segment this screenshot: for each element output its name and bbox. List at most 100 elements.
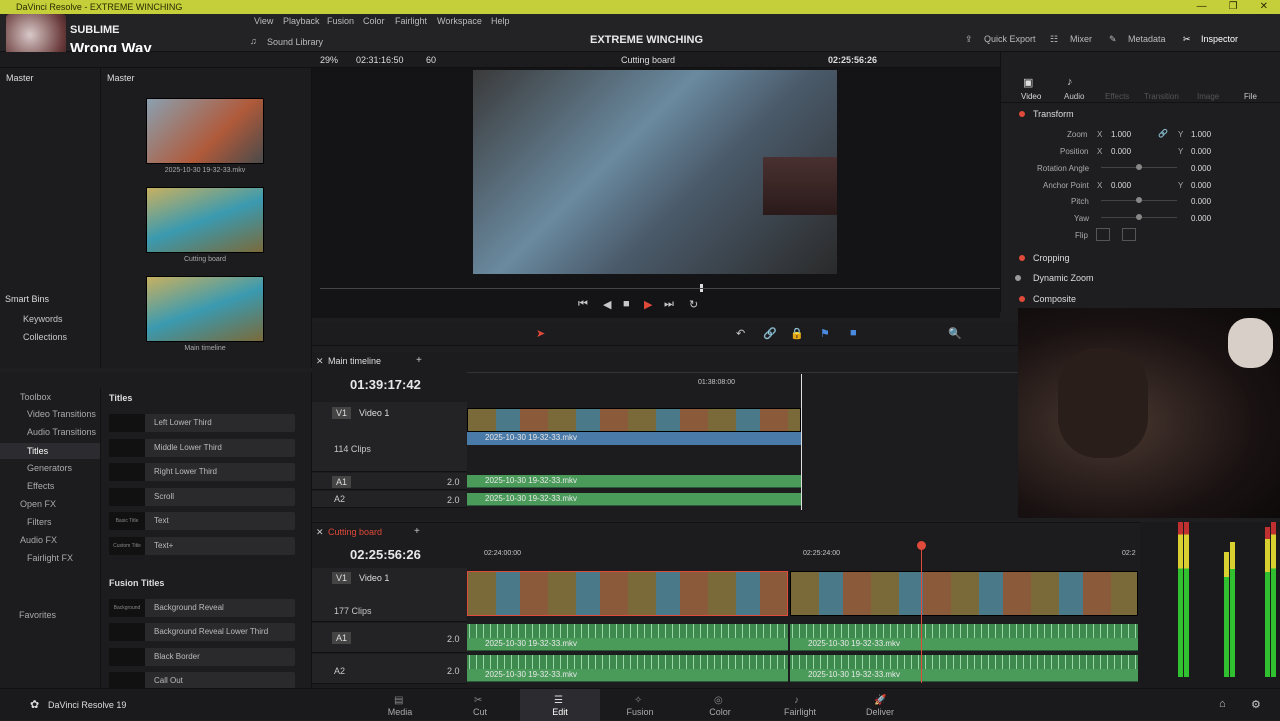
audio-clip-a2[interactable]: 2025-10-30 19-32-33.mkv [467,493,801,506]
position-y-field[interactable]: 0.000 [1191,147,1211,156]
dynamic-zoom-header[interactable]: Dynamic Zoom [1033,273,1094,283]
playhead-handle[interactable] [917,541,926,550]
menu-color[interactable]: Color [363,16,385,26]
toolbox-item[interactable]: Audio Transitions [27,427,96,437]
audio-waveform[interactable] [790,624,1138,638]
audio-tab-icon[interactable]: ♪ [1067,76,1073,88]
toolbox-item[interactable]: Audio FX [20,535,57,545]
transform-header[interactable]: Transform [1033,109,1074,119]
flip-vertical-icon[interactable] [1122,228,1136,241]
quick-export-icon[interactable]: ⇪ [965,34,973,45]
track-v1-label[interactable]: V1 [332,407,352,419]
title-item[interactable]: Middle Lower Third [109,439,295,457]
first-frame-icon[interactable]: ⏮ [578,298,588,311]
composite-header[interactable]: Composite [1033,294,1076,304]
track-a1-label[interactable]: A1 [332,632,352,644]
fusion-title-item[interactable]: Black Border [109,648,295,666]
close-tab-icon[interactable]: ✕ [316,356,324,367]
anchor-y-field[interactable]: 0.000 [1191,181,1211,190]
audio-clip-a1[interactable]: 2025-10-30 19-32-33.mkv [467,638,788,651]
metadata-icon[interactable]: ✎ [1109,34,1117,45]
composite-dot[interactable] [1019,296,1025,302]
timeline-tab[interactable]: Main timeline [328,356,381,366]
toolbox-item[interactable]: Fairlight FX [27,553,73,563]
fusion-title-item[interactable]: Background RevealBackground Reveal [109,599,295,629]
toolbox-item[interactable]: Filters [27,517,52,527]
stop-icon[interactable]: ■ [623,298,630,310]
sound-library-button[interactable]: Sound Library [267,37,323,47]
lock-icon[interactable]: 🔒 [790,327,804,340]
mixer-icon[interactable]: ☷ [1050,34,1058,45]
transform-enabled-dot[interactable] [1019,111,1025,117]
pitch-field[interactable]: 0.000 [1191,197,1211,206]
page-fairlight[interactable]: ♪ Fairlight [760,695,840,717]
flag-icon[interactable]: ⚑ [820,327,830,340]
quick-export-button[interactable]: Quick Export [984,34,1036,44]
smart-bin-collections[interactable]: Collections [23,332,67,342]
toolbox-item[interactable]: Video Transitions [27,409,96,419]
page-deliver[interactable]: 🚀 Deliver [840,695,920,717]
snapping-icon[interactable]: ↶ [736,327,745,340]
page-color[interactable]: ◎ Color [680,695,760,717]
loop-icon[interactable]: ↻ [689,298,698,311]
title-item[interactable]: Right Lower Third [109,463,295,481]
audio-clip-a1[interactable]: 2025-10-30 19-32-33.mkv [467,475,801,488]
favorites-header[interactable]: Favorites [19,610,56,620]
menu-fairlight[interactable]: Fairlight [395,16,427,26]
video-clip-label[interactable]: 2025-10-30 19-32-33.mkv [467,432,801,445]
close-tab-icon[interactable]: ✕ [316,527,324,538]
viewer-timeline-name[interactable]: Cutting board [621,55,675,65]
close-icon[interactable]: ✕ [1260,0,1268,14]
menu-playback[interactable]: Playback [283,16,320,26]
toolbox-item[interactable]: Effects [27,481,54,491]
add-timeline-icon[interactable]: + [416,355,422,366]
inspector-button[interactable]: Inspector [1201,34,1238,44]
tab-transition[interactable]: Transition [1144,92,1179,101]
menu-view[interactable]: View [254,16,273,26]
metadata-button[interactable]: Metadata [1128,34,1166,44]
audio-waveform[interactable] [467,655,788,669]
link-icon[interactable]: 🔗 [1158,129,1168,138]
tab-image[interactable]: Image [1197,92,1219,101]
page-cut[interactable]: ✂ Cut [440,695,520,717]
toolbox-item[interactable]: Generators [27,463,72,473]
tab-effects[interactable]: Effects [1105,92,1129,101]
zoom-x-field[interactable]: 1.000 [1111,130,1131,139]
smart-bin-keywords[interactable]: Keywords [23,314,63,324]
track-a1-label[interactable]: A1 [332,476,352,488]
media-thumbnail[interactable] [146,187,264,253]
media-thumbnail[interactable] [146,276,264,342]
tab-file[interactable]: File [1244,92,1257,101]
zoom-icon[interactable]: 🔍 [948,327,962,340]
rotation-slider[interactable] [1136,164,1142,170]
inspector-icon[interactable]: ✂ [1183,34,1191,45]
track-a2-label[interactable]: A2 [334,494,345,504]
toolbox-item[interactable]: Open FX [20,499,56,509]
reverse-icon[interactable]: ◀ [603,298,611,311]
settings-icon[interactable]: ⚙ [1251,698,1261,711]
playhead[interactable] [921,543,922,683]
cropping-header[interactable]: Cropping [1033,253,1070,263]
playhead[interactable] [801,374,802,510]
menu-fusion[interactable]: Fusion [327,16,354,26]
fusion-title-item[interactable]: Background Reveal Lower Third [109,623,295,641]
mixer-button[interactable]: Mixer [1070,34,1092,44]
marker-icon[interactable]: ■ [850,327,857,339]
video-tab-icon[interactable]: ▣ [1023,76,1033,89]
timeline-tab[interactable]: Cutting board [328,527,382,537]
audio-waveform[interactable] [790,655,1138,669]
menu-help[interactable]: Help [491,16,510,26]
rotation-field[interactable]: 0.000 [1191,164,1211,173]
zoom-y-field[interactable]: 1.000 [1191,130,1211,139]
tab-audio[interactable]: Audio [1064,92,1084,101]
menu-workspace[interactable]: Workspace [437,16,482,26]
cropping-dot[interactable] [1019,255,1025,261]
toolbox-item-selected[interactable]: Titles [27,446,48,456]
title-item[interactable]: Left Lower Third [109,414,295,432]
yaw-slider[interactable] [1136,214,1142,220]
linked-selection-icon[interactable]: 🔗 [763,327,777,340]
audio-clip-a2[interactable]: 2025-10-30 19-32-33.mkv [790,669,1138,682]
title-item[interactable]: Scroll [109,488,295,506]
last-frame-icon[interactable]: ⏭ [664,298,674,311]
position-x-field[interactable]: 0.000 [1111,147,1131,156]
